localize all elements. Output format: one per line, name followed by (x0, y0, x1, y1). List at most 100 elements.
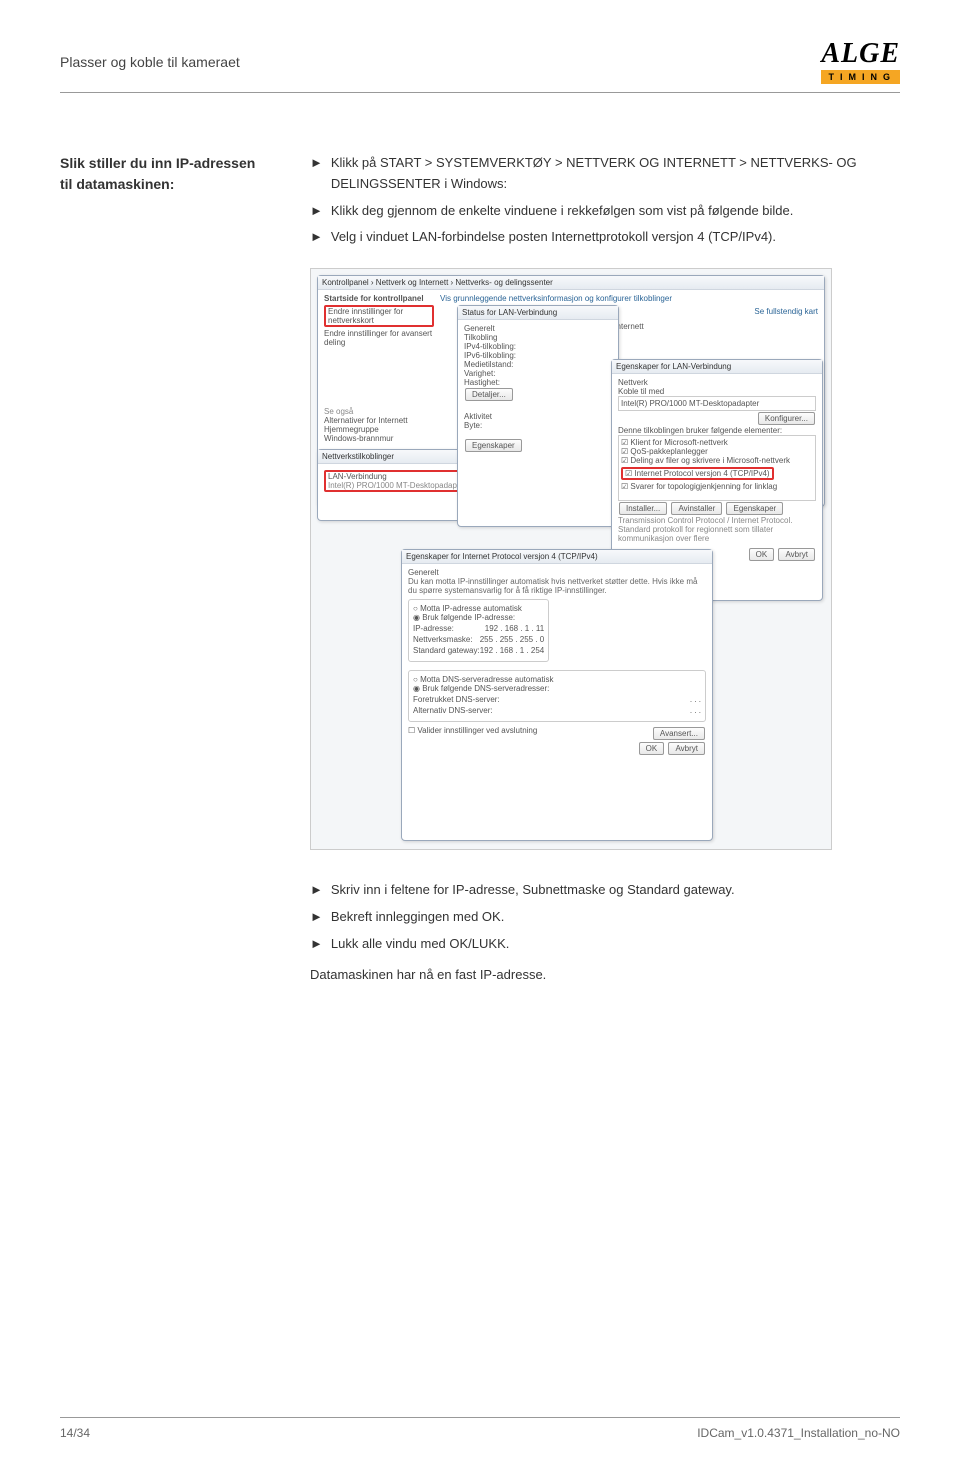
cp-seealso-1[interactable]: Alternativer for Internett (324, 416, 434, 425)
instruction-title: Slik stiller du inn IP-adressen til data… (60, 153, 290, 985)
props-item-0[interactable]: Klient for Microsoft-nettverk (630, 438, 727, 447)
props-item-ipv4[interactable]: Internet Protocol versjon 4 (TCP/IPv4) (634, 469, 769, 478)
props-props-btn[interactable]: Egenskaper (726, 502, 783, 515)
bullet-icon: ► (310, 201, 323, 222)
logo-sub: TIMING (821, 70, 901, 84)
ipv4-ip-group: ○ Motta IP-adresse automatisk ◉ Bruk føl… (408, 599, 549, 662)
window-ipv4: Egenskaper for Internet Protocol versjon… (401, 549, 713, 841)
ipv4-advanced-btn[interactable]: Avansert... (653, 727, 705, 740)
props-list-label: Denne tilkoblingen bruker følgende eleme… (618, 426, 816, 435)
props-item-1[interactable]: QoS-pakkeplanlegger (630, 447, 707, 456)
bullet-icon: ► (310, 934, 323, 955)
ipv4-validate[interactable]: Valider innstillinger ved avslutning (417, 726, 537, 735)
step-4-text: Skriv inn i feltene for IP-adresse, Subn… (331, 880, 735, 901)
bullet-icon: ► (310, 153, 323, 195)
ipv4-title: Egenskaper for Internet Protocol versjon… (402, 550, 712, 564)
step-1-pre: Klikk på (331, 155, 380, 170)
ipv4-blurb: Du kan motta IP-innstillinger automatisk… (408, 577, 706, 595)
step-5-post: . (501, 909, 505, 924)
step-6-post: . (506, 936, 510, 951)
step-1: ► Klikk på START > SYSTEMVERKTØY > NETTV… (310, 153, 900, 195)
props-connect: Koble til med (618, 387, 816, 396)
status-details-btn[interactable]: Detaljer... (465, 388, 513, 401)
ipv4-dns-group: ○ Motta DNS-serveradresse automatisk ◉ B… (408, 670, 706, 722)
page-header: Plasser og koble til kameraet ALGE TIMIN… (60, 40, 900, 93)
ipv4-dns-auto[interactable]: Motta DNS-serveradresse automatisk (420, 675, 553, 684)
instruction-body: ► Klikk på START > SYSTEMVERKTØY > NETTV… (310, 153, 900, 985)
page-footer: 14/34 IDCam_v1.0.4371_Installation_no-NO (60, 1417, 900, 1440)
status-l1: IPv4-tilkobling: (464, 342, 612, 351)
closing-para: Datamaskinen har nå en fast IP-adresse. (310, 965, 900, 986)
props-cancel-btn[interactable]: Avbryt (778, 548, 815, 561)
status-title: Status for LAN-Verbindung (458, 306, 618, 320)
step-2-text: Klikk deg gjennom de enkelte vinduene i … (331, 201, 794, 222)
step-6-cap: OK/LUKK (449, 936, 505, 951)
status-l4: Varighet: (464, 369, 612, 378)
props-item-2[interactable]: Deling av filer og skrivere i Microsoft-… (630, 456, 790, 465)
cp-fullmap[interactable]: Se fullstendig kart (754, 307, 818, 316)
ipv4-mask-value[interactable]: 255 . 255 . 255 . 0 (480, 635, 545, 644)
cp-advanced-sharing[interactable]: Endre innstillinger for avansert deling (324, 329, 434, 347)
logo: ALGE TIMING (821, 40, 901, 84)
screenshot-figure: Kontrollpanel › Nettverk og Internett › … (310, 268, 832, 850)
instruction-title-line2: til datamaskinen: (60, 174, 290, 195)
page-number: 14/34 (60, 1426, 90, 1440)
ipv4-tab: Generelt (408, 568, 706, 577)
step-5-cap: OK (482, 909, 501, 924)
status-activity: Aktivitet (464, 412, 612, 421)
ipv4-cancel-btn[interactable]: Avbryt (668, 742, 705, 755)
instruction-title-line1: Slik stiller du inn IP-adressen (60, 153, 290, 174)
step-5: ► Bekreft innleggingen med OK. (310, 907, 900, 928)
cp-main-heading: Vis grunnleggende nettverksinformasjon o… (440, 294, 818, 303)
window-status: Status for LAN-Verbindung Generelt Tilko… (457, 305, 619, 527)
status-properties-btn[interactable]: Egenskaper (465, 439, 522, 452)
props-item-6[interactable]: Svarer for topologigjenkjenning for link… (630, 482, 777, 491)
status-byte: Byte: (464, 421, 612, 430)
adapter-item[interactable]: LAN-Verbindung Intel(R) PRO/1000 MT-Desk… (324, 470, 470, 492)
ipv4-ip-value[interactable]: 192 . 168 . 1 . 11 (485, 624, 544, 633)
props-install-btn[interactable]: Installer... (619, 502, 667, 515)
step-6-pre: Lukk alle vindu med (331, 936, 450, 951)
status-l0: Tilkobling (464, 333, 612, 342)
step-1-path: START > SYSTEMVERKTØY > NETTVERK OG INTE… (331, 155, 857, 191)
bullet-icon: ► (310, 227, 323, 248)
logo-text: ALGE (821, 40, 901, 68)
props-adapter: Intel(R) PRO/1000 MT-Desktopadapter (618, 396, 816, 411)
ipv4-auto[interactable]: Motta IP-adresse automatisk (420, 604, 522, 613)
ipv4-ip-label: IP-adresse: (413, 624, 454, 633)
ipv4-ok-btn[interactable]: OK (639, 742, 665, 755)
adapter-name: LAN-Verbindung (328, 472, 466, 481)
props-desc: Transmission Control Protocol / Internet… (618, 516, 816, 543)
step-6: ► Lukk alle vindu med OK/LUKK. (310, 934, 900, 955)
step-5-pre: Bekreft innleggingen med (331, 909, 482, 924)
ipv4-gw-value[interactable]: 192 . 168 . 1 . 254 (480, 646, 545, 655)
cp-seealso-3[interactable]: Windows-brannmur (324, 434, 434, 443)
status-l5: Hastighet: (464, 378, 612, 387)
step-2: ► Klikk deg gjennom de enkelte vinduene … (310, 201, 900, 222)
bullet-icon: ► (310, 907, 323, 928)
ipv4-dns1-label: Foretrukket DNS-server: (413, 695, 500, 704)
section-title: Plasser og koble til kameraet (60, 54, 240, 70)
props-ok-btn[interactable]: OK (749, 548, 775, 561)
step-1-post: i Windows: (444, 176, 507, 191)
cp-change-adapter[interactable]: Endre innstillinger for nettverkskort (324, 305, 434, 327)
props-uninstall-btn[interactable]: Avinstaller (671, 502, 722, 515)
props-config-btn[interactable]: Konfigurer... (758, 412, 815, 425)
ipv4-mask-label: Nettverksmaske: (413, 635, 473, 644)
ipv4-manual[interactable]: Bruk følgende IP-adresse: (422, 613, 515, 622)
status-l3: Medietilstand: (464, 360, 612, 369)
doc-id: IDCam_v1.0.4371_Installation_no-NO (697, 1426, 900, 1440)
status-tab: Generelt (464, 324, 612, 333)
ipv4-dns-manual[interactable]: Bruk følgende DNS-serveradresser: (422, 684, 549, 693)
props-tab: Nettverk (618, 378, 816, 387)
cp-seealso: Se også (324, 407, 434, 416)
step-3: ► Velg i vinduet LAN-forbindelse posten … (310, 227, 900, 248)
bullet-icon: ► (310, 880, 323, 901)
status-l2: IPv6-tilkobling: (464, 351, 612, 360)
cp-breadcrumb: Kontrollpanel › Nettverk og Internett › … (322, 278, 553, 287)
cp-seealso-2[interactable]: Hjemmegruppe (324, 425, 434, 434)
props-title: Egenskaper for LAN-Verbindung (612, 360, 822, 374)
step-3-text: Velg i vinduet LAN-forbindelse posten In… (331, 227, 776, 248)
cp-sidebar-title: Startside for kontrollpanel (324, 294, 434, 303)
ipv4-gw-label: Standard gateway: (413, 646, 480, 655)
